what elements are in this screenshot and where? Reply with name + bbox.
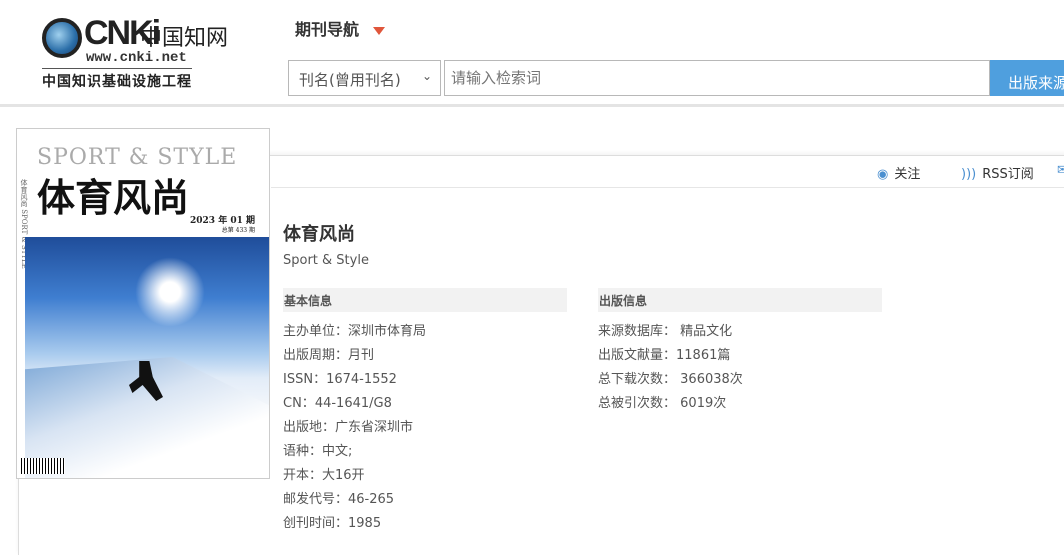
journal-subtitle: Sport & Style [283,253,369,268]
info-row: 邮发代号：46-265 [283,488,426,512]
info-value: 深圳市体育局 [348,324,427,339]
info-label: 邮发代号： [283,492,349,507]
nav-label: 期刊导航 [295,20,360,39]
info-row: ISSN：1674-1552 [283,368,426,392]
mail-icon: ✉ [1057,163,1064,178]
info-label: 出版地： [283,420,336,435]
cover-cn-title: 体育风尚 [37,175,190,220]
info-label: 创刊时间： [283,516,349,531]
info-label: 开本： [283,468,323,483]
info-row: 开本：大16开 [283,464,426,488]
barcode [21,458,65,474]
basic-info-heading: 基本信息 [283,288,567,312]
cover-total: 总第 433 期 [221,227,255,234]
info-label: CN： [283,396,315,411]
search-type-value: 刊名(曾用刊名) [299,71,401,89]
info-row: CN：44-1641/G8 [283,392,426,416]
cnki-logo[interactable]: CNKi 中国知网 www.cnki.net 中国知识基础设施工程 [40,14,235,91]
eye-icon: ◉ [877,167,889,182]
journal-cover[interactable]: SPORT & STYLE 体育风尚 2023 年 01 期 总第 433 期 … [16,128,270,479]
follow-button[interactable]: ◉ 关注 [877,163,920,182]
info-value: 精品文化 [676,324,733,339]
sun [135,257,205,327]
basic-info-list: 主办单位：深圳市体育局 出版周期：月刊 ISSN：1674-1552 CN：44… [283,320,426,536]
info-row: 总被引次数： 6019次 [598,392,743,416]
info-value: 366038次 [676,372,743,387]
info-value: 46-265 [348,492,395,507]
globe-icon [42,18,82,58]
info-value: 1674-1552 [326,372,397,387]
logo-brand-cn: 中国知网 [140,26,229,51]
info-value: 大16开 [322,468,365,483]
info-value: 1985 [348,516,382,531]
info-label: 出版文献量： [598,348,677,363]
info-label: 语种： [283,444,323,459]
email-button[interactable]: ✉ [1057,163,1064,178]
logo-url: www.cnki.net [86,50,187,66]
journal-nav-menu[interactable]: 期刊导航 [295,16,386,40]
pub-info-list: 来源数据库： 精品文化 出版文献量：11861篇 总下载次数： 366038次 … [598,320,743,416]
info-label: 总被引次数： [598,396,677,411]
rss-icon: ))) [961,167,977,182]
info-row: 创刊时间：1985 [283,512,426,536]
info-label: 总下载次数： [598,372,677,387]
header: CNKi 中国知网 www.cnki.net 中国知识基础设施工程 期刊导航 刊… [0,0,1064,107]
info-label: ISSN： [283,372,327,387]
chevron-down-icon: ⌄ [421,69,432,83]
cover-photo-skier [25,237,269,478]
info-label: 来源数据库： [598,324,677,339]
info-value: 广东省深圳市 [335,420,414,435]
pub-info-heading: 出版信息 [598,288,882,312]
rss-label: RSS订阅 [982,167,1034,182]
info-row: 出版文献量：11861篇 [598,344,743,368]
info-row: 语种：中文; [283,440,426,464]
search-type-select[interactable]: 刊名(曾用刊名) ⌄ [288,60,441,96]
caret-down-icon [373,26,386,35]
info-value: 月刊 [348,348,375,363]
logo-tagline: 中国知识基础设施工程 [42,68,192,91]
info-value: 11861篇 [676,348,731,363]
info-value: 6019次 [676,396,727,411]
action-bar: ◉ 关注 ))) RSS订阅 ✉ [271,156,1064,188]
rss-button[interactable]: ))) RSS订阅 [961,163,1034,182]
info-label: 主办单位： [283,324,349,339]
info-value: 44-1641/G8 [314,396,392,411]
info-label: 出版周期： [283,348,349,363]
info-row: 总下载次数： 366038次 [598,368,743,392]
info-row: 出版地：广东省深圳市 [283,416,426,440]
journal-title: 体育风尚 [283,224,355,245]
info-value: 中文; [322,444,353,459]
publication-source-button[interactable]: 出版来源 [990,60,1064,96]
follow-label: 关注 [894,167,921,182]
info-row: 来源数据库： 精品文化 [598,320,743,344]
search-input[interactable] [444,60,990,96]
info-row: 出版周期：月刊 [283,344,426,368]
info-row: 主办单位：深圳市体育局 [283,320,426,344]
